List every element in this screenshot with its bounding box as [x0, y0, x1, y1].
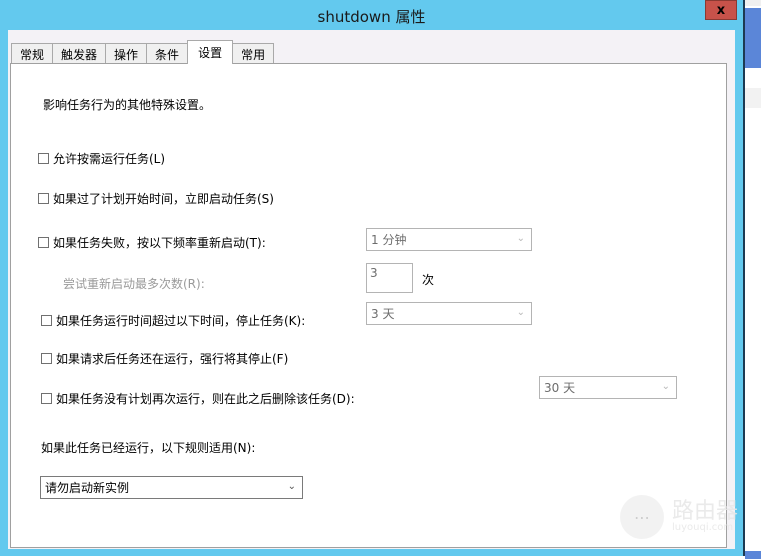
- settings-panel: 影响任务行为的其他特殊设置。 允许按需运行任务(L) 如果过了计划开始时间，立即…: [10, 63, 727, 548]
- dialog-client-area: 常规 触发器 操作 条件 设置 常用 影响任务行为的其他特殊设置。 允许按需运行…: [8, 30, 735, 549]
- delete-if-not-scheduled-option[interactable]: 如果任务没有计划再次运行，则在此之后删除该任务(D):: [41, 390, 355, 407]
- properties-dialog: shutdown 属性 x 常规 触发器 操作 条件 设置 常用 影响任务行为的…: [0, 0, 745, 556]
- running-rule-select[interactable]: 请勿启动新实例 ⌄: [40, 476, 303, 499]
- restart-attempts-label: 尝试重新启动最多次数(R):: [63, 277, 205, 291]
- restart-on-failure-label: 如果任务失败，按以下频率重新启动(T):: [53, 236, 266, 250]
- restart-on-failure-checkbox[interactable]: [38, 237, 49, 248]
- delete-if-not-scheduled-label: 如果任务没有计划再次运行，则在此之后删除该任务(D):: [56, 392, 355, 406]
- allow-on-demand-label: 允许按需运行任务(L): [53, 152, 166, 166]
- force-stop-label: 如果请求后任务还在运行，强行将其停止(F): [56, 352, 289, 366]
- delete-if-not-scheduled-checkbox[interactable]: [41, 393, 52, 404]
- restart-interval-select[interactable]: 1 分钟 ⌄: [366, 228, 532, 251]
- watermark-subtitle: luyouqi.com: [672, 522, 734, 533]
- background-window: [745, 0, 761, 559]
- run-if-missed-option[interactable]: 如果过了计划开始时间，立即启动任务(S): [38, 190, 274, 207]
- tab-actions[interactable]: 操作: [105, 43, 148, 64]
- run-if-missed-checkbox[interactable]: [38, 193, 49, 204]
- background-window-row: [745, 88, 761, 108]
- router-icon: ⋯: [620, 495, 664, 539]
- window-title: shutdown 属性: [317, 8, 426, 26]
- running-rule-label: 如果此任务已经运行，以下规则适用(N):: [41, 441, 256, 455]
- restart-on-failure-option[interactable]: 如果任务失败，按以下频率重新启动(T):: [38, 234, 266, 251]
- background-window-header: [745, 8, 761, 68]
- force-stop-option[interactable]: 如果请求后任务还在运行，强行将其停止(F): [41, 350, 288, 367]
- restart-attempts-input[interactable]: 3: [366, 263, 413, 293]
- tab-conditions[interactable]: 条件: [146, 43, 189, 64]
- force-stop-checkbox[interactable]: [41, 353, 52, 364]
- background-window-footer: [745, 551, 761, 559]
- restart-interval-value: 1 分钟: [371, 233, 407, 247]
- stop-if-runs-longer-option[interactable]: 如果任务运行时间超过以下时间，停止任务(K):: [41, 312, 305, 329]
- tab-settings[interactable]: 设置: [187, 40, 234, 64]
- tab-common[interactable]: 常用: [232, 43, 275, 64]
- close-button[interactable]: x: [705, 0, 737, 20]
- restart-attempts-unit: 次: [422, 273, 435, 287]
- chevron-down-icon: ⌄: [661, 381, 670, 392]
- chevron-down-icon: ⌄: [516, 233, 525, 244]
- watermark-title: 路由器: [672, 499, 739, 524]
- title-bar[interactable]: shutdown 属性 x: [0, 0, 743, 30]
- tab-triggers[interactable]: 触发器: [52, 43, 107, 64]
- stop-duration-select[interactable]: 3 天 ⌄: [366, 302, 532, 325]
- tab-strip: 常规 触发器 操作 条件 设置 常用: [11, 40, 275, 64]
- delete-after-select[interactable]: 30 天 ⌄: [539, 376, 677, 399]
- delete-after-value: 30 天: [544, 381, 576, 395]
- chevron-down-icon: ⌄: [516, 307, 525, 318]
- tab-general[interactable]: 常规: [11, 43, 54, 64]
- settings-description: 影响任务行为的其他特殊设置。: [43, 98, 212, 112]
- watermark: ⋯ 路由器 luyouqi.com: [620, 495, 738, 539]
- stop-if-runs-longer-checkbox[interactable]: [41, 315, 52, 326]
- allow-on-demand-option[interactable]: 允许按需运行任务(L): [38, 150, 165, 167]
- allow-on-demand-checkbox[interactable]: [38, 153, 49, 164]
- running-rule-value: 请勿启动新实例: [45, 481, 130, 495]
- close-icon: x: [716, 2, 726, 18]
- chevron-down-icon: ⌄: [287, 481, 296, 492]
- background-window-edge: [745, 0, 761, 6]
- stop-duration-value: 3 天: [371, 307, 395, 321]
- run-if-missed-label: 如果过了计划开始时间，立即启动任务(S): [53, 192, 274, 206]
- stop-if-runs-longer-label: 如果任务运行时间超过以下时间，停止任务(K):: [56, 314, 306, 328]
